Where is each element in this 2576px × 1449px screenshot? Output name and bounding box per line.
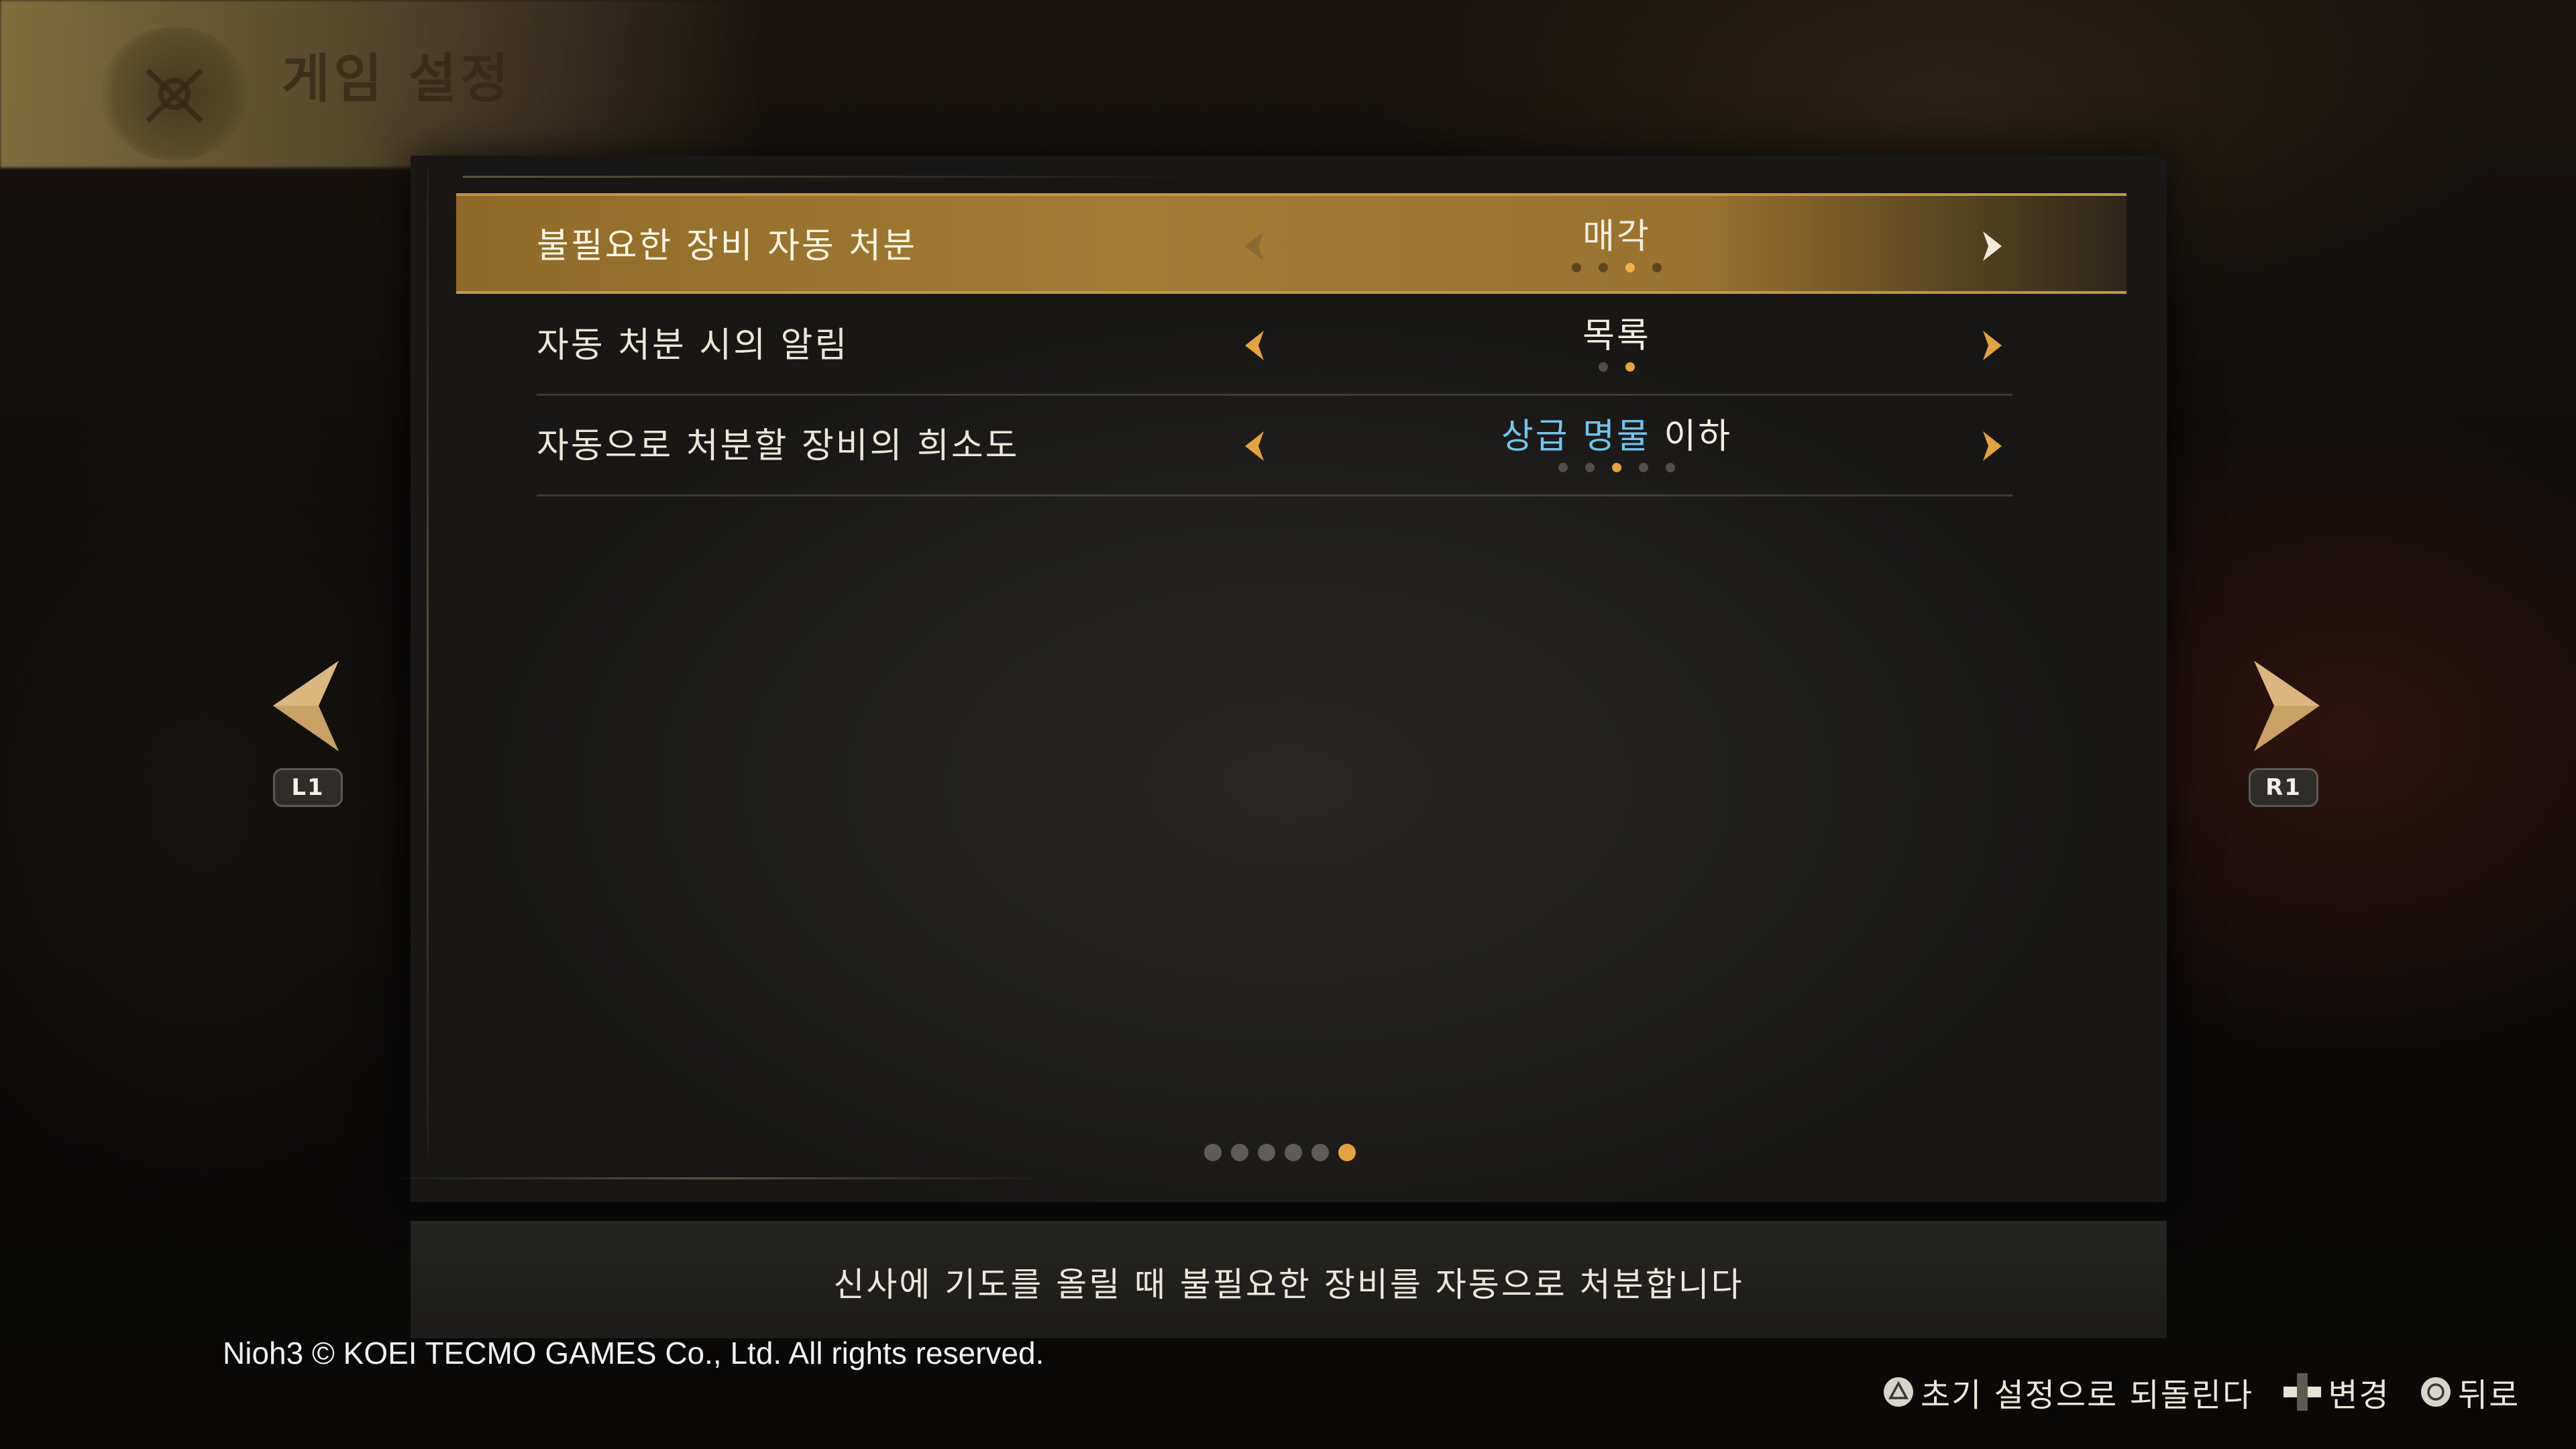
next-page-nav[interactable]: R1 [2241,657,2328,818]
page-dot [1285,1144,1302,1161]
reset-defaults-hint[interactable]: 초기 설정으로 되돌린다 [1882,1368,2253,1415]
dpad-icon [2284,1373,2322,1411]
panel-divider [427,168,429,1154]
circle-button-icon [2420,1377,2451,1407]
settings-emblem-icon [101,27,248,161]
page-dot [1258,1144,1275,1161]
l1-button-badge: L1 [273,768,343,807]
triangle-button-icon [1884,1377,1913,1407]
chevron-right-icon[interactable] [1972,226,2012,266]
panel-divider [379,1177,1050,1179]
arrow-left-icon[interactable] [265,657,352,758]
row-divider [537,494,2012,496]
description-box: 신사에 기도를 올릴 때 불필요한 장비를 자동으로 처분합니다 [411,1221,2167,1338]
chevron-left-icon[interactable] [1234,325,1275,366]
change-hint[interactable]: 변경 [2282,1368,2390,1415]
arrow-right-icon[interactable] [2241,657,2328,758]
option-dot-active [1625,263,1635,272]
setting-description: 신사에 기도를 올릴 때 불필요한 장비를 자동으로 처분합니다 [833,1265,1744,1304]
prev-page-nav[interactable]: L1 [265,657,352,818]
page-dot [1204,1144,1222,1161]
page-dot [1231,1144,1248,1161]
setting-label: 자동으로 처분할 장비의 희소도 [537,426,1020,466]
option-dot [1599,263,1608,272]
setting-label: 자동 처분 시의 알림 [537,325,849,366]
chevron-left-icon[interactable] [1234,426,1275,466]
setting-value: 매각 [1582,217,1651,257]
option-dot [1639,463,1648,472]
setting-row-dispose-rarity[interactable]: 자동으로 처분할 장비의 희소도 상급 명물 이하 [456,396,2127,496]
setting-row-auto-dispose[interactable]: 불필요한 장비 자동 처분 매각 [456,193,2127,294]
r1-button-badge: R1 [2249,768,2318,807]
chevron-right-icon[interactable] [1972,426,2012,466]
screen: 게임 설정 불필요한 장비 자동 처분 매각 자동 처분 시의 알림 목록 자동… [0,0,2576,1449]
page-dot [1311,1144,1329,1161]
chevron-right-icon[interactable] [1972,325,2012,366]
setting-label: 불필요한 장비 자동 처분 [537,226,917,266]
option-indicator [1328,263,1905,272]
setting-row-dispose-notification[interactable]: 자동 처분 시의 알림 목록 [456,295,2127,396]
chevron-left-icon[interactable] [1234,226,1275,266]
option-dot-active [1625,362,1635,372]
option-dot [1652,263,1662,272]
page-title: 게임 설정 [282,49,513,109]
button-guide: 초기 설정으로 되돌린다 변경 뒤로 [1882,1368,2537,1415]
option-indicator [1328,463,1905,472]
copyright-notice: Nioh3 © KOEI TECMO GAMES Co., Ltd. All r… [223,1336,1044,1371]
setting-value: 목록 [1582,316,1651,356]
page-dot-active [1338,1144,1356,1161]
setting-value: 상급 명물 이하 [1501,417,1733,457]
option-dot [1585,463,1595,472]
option-dot [1572,263,1581,272]
option-indicator [1328,362,1905,372]
option-dot [1666,463,1675,472]
option-dot [1599,362,1608,372]
back-hint[interactable]: 뒤로 [2419,1368,2520,1415]
option-dot [1558,463,1568,472]
option-dot-active [1612,463,1621,472]
page-indicator [1204,1144,1365,1161]
panel-divider [463,176,1201,178]
